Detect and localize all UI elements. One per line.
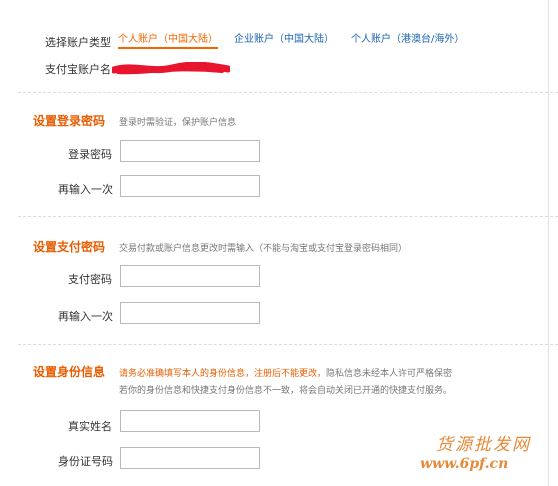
redaction-scribble bbox=[112, 62, 230, 75]
identity-hint-rest: 隐私信息未经本人许可严格保密 bbox=[326, 369, 453, 379]
identity-section-title: 设置身份信息 bbox=[33, 365, 106, 379]
account-type-label: 选择账户类型 bbox=[45, 36, 111, 49]
watermark-url: www.6pf.cn bbox=[420, 456, 509, 472]
id-number-label: 身份证号码 bbox=[58, 455, 113, 468]
payment-confirm-input[interactable] bbox=[120, 302, 260, 324]
real-name-input[interactable] bbox=[120, 410, 260, 432]
payment-section-title: 设置支付密码 bbox=[33, 240, 106, 254]
account-name-label: 支付宝账户名 bbox=[45, 63, 111, 76]
watermark-logo-text: 货源批发网 bbox=[436, 435, 531, 455]
login-section-hint: 登录时需验证，保护账户信息 bbox=[119, 118, 237, 128]
section-divider bbox=[18, 216, 558, 217]
login-section-title: 设置登录密码 bbox=[33, 114, 106, 128]
login-password-label: 登录密码 bbox=[68, 148, 112, 161]
identity-section-hint: 请务必准确填写本人的身份信息，注册后不能更改，隐私信息未经本人许可严格保密 bbox=[119, 366, 452, 379]
payment-section-hint: 交易付款或账户信息更改时需输入（不能与淘宝或支付宝登录密码相同） bbox=[119, 244, 408, 254]
payment-password-input[interactable] bbox=[120, 265, 260, 287]
real-name-label: 真实姓名 bbox=[68, 420, 112, 433]
login-password-input[interactable] bbox=[120, 140, 260, 162]
tab-personal-overseas[interactable]: 个人账户（港澳台/海外） bbox=[351, 30, 464, 45]
login-confirm-input[interactable] bbox=[120, 175, 260, 197]
login-confirm-label: 再输入一次 bbox=[58, 183, 113, 196]
tab-enterprise-mainland[interactable]: 企业账户（中国大陆） bbox=[234, 30, 334, 45]
identity-hint-warning: 请务必准确填写本人的身份信息，注册后不能更改， bbox=[119, 369, 327, 379]
id-number-input[interactable] bbox=[120, 447, 260, 469]
payment-confirm-label: 再输入一次 bbox=[58, 310, 113, 323]
section-divider bbox=[18, 344, 558, 345]
right-border bbox=[548, 0, 549, 486]
payment-password-label: 支付密码 bbox=[68, 273, 112, 286]
identity-section-hint-line2: 若你的身份信息和快捷支付身份信息不一致，将会自动关闭已开通的快捷支付服务。 bbox=[119, 386, 453, 396]
section-divider bbox=[18, 92, 558, 93]
tab-personal-mainland[interactable]: 个人账户（中国大陆） bbox=[118, 30, 218, 49]
